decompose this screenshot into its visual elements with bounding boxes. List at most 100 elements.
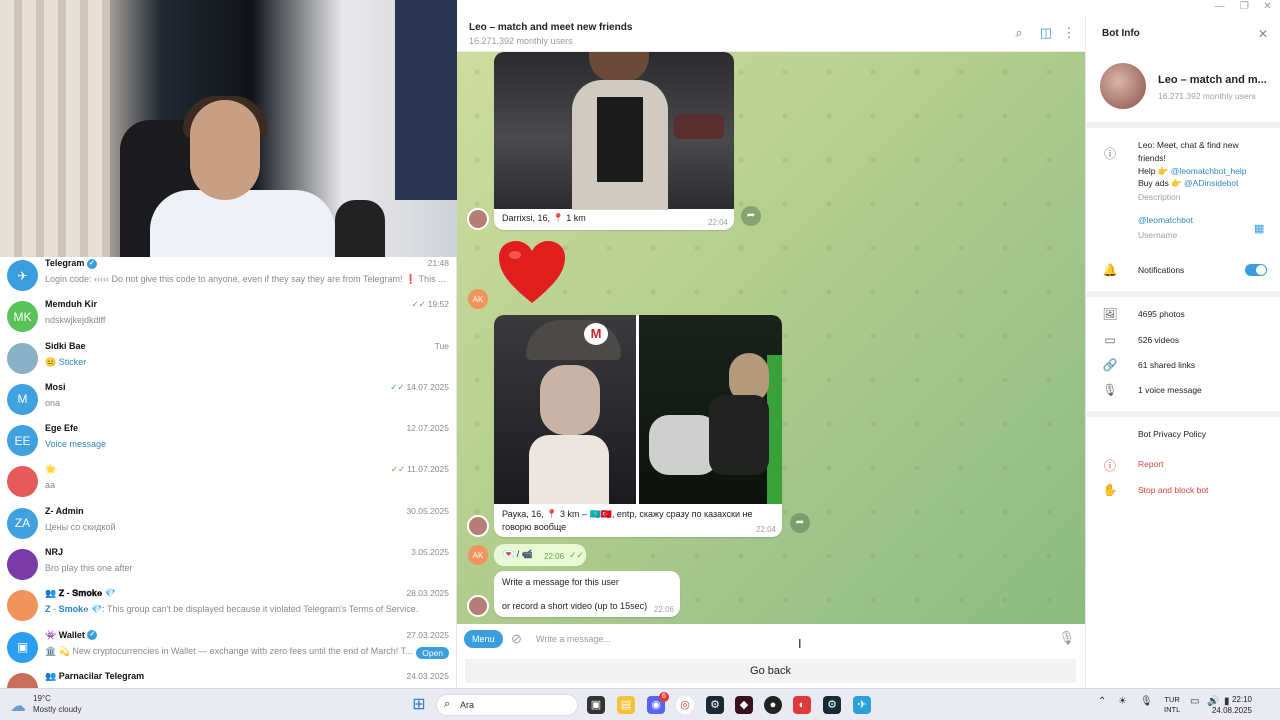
bot-avatar-large[interactable] xyxy=(1100,63,1146,109)
chat-avatar[interactable] xyxy=(7,549,38,581)
app-icon[interactable]: ◆ xyxy=(735,696,753,714)
chat-list-item[interactable]: Sidki Bae 😐 Sticker Tue xyxy=(0,338,456,379)
recording-app-icon[interactable]: ◐ xyxy=(793,696,811,714)
chat-time: ✓✓ 11.07.2025 xyxy=(391,464,449,475)
privacy-policy-link[interactable]: Bot Privacy Policy xyxy=(1138,428,1206,441)
chat-header[interactable]: Leo – match and meet new friends 16.271.… xyxy=(457,15,1085,52)
chat-list-item[interactable]: ▣ 👾 Wallet ✓ 🏛️ 💫 New cryptocurrencies in … xyxy=(0,627,456,668)
hand-stop-icon: ✋ xyxy=(1102,483,1118,497)
window-close-icon[interactable]: ✕ xyxy=(1255,1,1280,12)
open-app-button[interactable]: Open xyxy=(416,646,449,659)
voice-record-icon[interactable]: 🎙 xyxy=(1058,630,1075,646)
chat-list-item[interactable]: ✈ Telegram ✓ Login code: ‹‹‹‹‹ Do not give… xyxy=(0,257,456,296)
search-icon[interactable]: ⌕ xyxy=(1011,25,1027,41)
mic-tray-icon[interactable]: 🎙 xyxy=(1140,696,1153,707)
chat-list-item[interactable]: MK Memduh Kir ndskwjkejdkdlff ✓✓ 19:52 xyxy=(0,296,456,337)
stop-block-button[interactable]: Stop and block bot xyxy=(1138,484,1208,497)
chat-subtitle: 16.271.392 monthly users xyxy=(469,36,573,46)
more-icon[interactable]: ⋮ xyxy=(1061,25,1077,41)
tray-app-icon[interactable]: ☀ xyxy=(1118,696,1127,707)
chat-time-text: 28.03.2025 xyxy=(406,588,449,599)
report-button[interactable]: Report xyxy=(1138,458,1164,471)
chat-avatar[interactable]: ✈ xyxy=(7,260,38,291)
bot-prompt-message[interactable]: Write a message for this user or record … xyxy=(494,571,680,617)
user-avatar[interactable]: AK xyxy=(468,289,488,309)
bot-users: 16.271.392 monthly users xyxy=(1158,91,1256,101)
chat-avatar[interactable] xyxy=(7,672,38,688)
chat-title[interactable]: Leo – match and meet new friends xyxy=(469,22,632,33)
preview-text: ndskwjkejdkdlff xyxy=(45,315,106,326)
bot-menu-button[interactable]: Menu xyxy=(464,630,503,648)
minimize-icon[interactable]: — xyxy=(1207,1,1232,12)
link-icon: 🔗 xyxy=(1102,358,1118,372)
steam-icon[interactable]: ⚙ xyxy=(706,696,724,714)
shared-videos[interactable]: 526 videos xyxy=(1138,334,1179,347)
chat-time-text: 14.07.2025 xyxy=(406,381,449,392)
maximize-icon[interactable]: ❐ xyxy=(1232,1,1257,12)
chat-name: Sidki Bae xyxy=(45,341,86,351)
chat-preview: ona xyxy=(45,398,450,408)
photo-message-2[interactable]: M Раука, 16, 📍 3 km – 🇰🇿🇹🇷, entp, скажу … xyxy=(494,315,782,537)
bot-avatar[interactable] xyxy=(467,515,489,537)
read-check-icon: ✓✓ xyxy=(390,381,405,392)
chat-name: 🌟 xyxy=(45,464,56,475)
bot-avatar[interactable] xyxy=(467,595,489,617)
chat-avatar[interactable]: MK xyxy=(7,301,38,333)
close-icon[interactable]: ✕ xyxy=(1258,27,1268,41)
profile-photo[interactable] xyxy=(494,52,734,210)
chat-avatar[interactable] xyxy=(7,342,38,374)
file-explorer-icon[interactable]: ▤ xyxy=(617,696,635,714)
chat-list-item[interactable]: 👥 Parnacilar Telegram 24.03.2025 xyxy=(0,668,456,688)
chat-preview: ndskwjkejdkdlff xyxy=(45,315,450,325)
task-view-icon[interactable]: ▣ xyxy=(587,696,605,714)
steam-icon-2[interactable]: ⚙ xyxy=(823,696,841,714)
notifications-toggle[interactable] xyxy=(1245,264,1267,276)
input-language[interactable]: TUR INTL xyxy=(1164,695,1180,715)
sidebar-toggle-icon[interactable]: ◫ xyxy=(1038,25,1054,41)
obs-icon[interactable]: ● xyxy=(764,696,782,714)
bot-username[interactable]: @leomatchbot xyxy=(1138,214,1193,227)
chat-list-item[interactable]: 👥 𝐙 - 𝐒𝐦𝐨𝐤𝐞 💎 𝐙 - 𝐒𝐦𝐨𝐤𝐞 💎: This group can… xyxy=(0,585,456,626)
chat-avatar[interactable] xyxy=(7,466,38,498)
go-back-button[interactable]: Go back xyxy=(465,659,1076,683)
forward-icon[interactable]: ➦ xyxy=(790,513,810,533)
help-link[interactable]: @leomatchbot_help xyxy=(1171,166,1247,176)
chat-list-item[interactable]: 🌟 aa ✓✓ 11.07.2025 xyxy=(0,461,456,502)
divider xyxy=(1086,411,1280,417)
person-face xyxy=(190,100,260,200)
taskbar-search[interactable]: ⌕ Ara xyxy=(436,694,578,716)
chat-list-item[interactable]: M Mosi ona ✓✓ 14.07.2025 xyxy=(0,379,456,420)
bot-avatar[interactable] xyxy=(467,208,489,230)
chrome-icon[interactable]: ◎ xyxy=(676,696,694,714)
windows-start-icon[interactable]: ⊞ xyxy=(410,696,428,714)
shared-photos[interactable]: 4695 photos xyxy=(1138,308,1185,321)
chat-avatar[interactable]: ▣ xyxy=(7,631,38,663)
message-input[interactable]: Write a message... xyxy=(536,634,611,644)
chat-name-text: Memduh Kir xyxy=(45,299,98,310)
network-icon[interactable]: ▭ xyxy=(1190,696,1199,707)
telegram-icon[interactable]: ✈ xyxy=(853,696,871,714)
chevron-up-icon[interactable]: ⌃ xyxy=(1098,696,1106,707)
profile-photo-right[interactable] xyxy=(639,315,782,504)
chat-avatar[interactable]: ZA xyxy=(7,507,38,539)
voice-messages[interactable]: 1 voice message xyxy=(1138,384,1202,397)
chat-avatar[interactable]: EE xyxy=(7,425,38,457)
sent-message[interactable]: 💌 / 📹 22:06 ✓✓ xyxy=(494,544,586,566)
photo-message-1[interactable]: Darrixsi, 16, 📍 1 km 22:04 xyxy=(494,52,734,230)
chat-avatar[interactable] xyxy=(7,590,38,622)
ads-link[interactable]: @ADinsidebot xyxy=(1184,178,1238,188)
chat-time-text: 30.05.2025 xyxy=(406,505,449,516)
profile-photo-left[interactable]: M xyxy=(494,315,636,504)
forward-icon[interactable]: ➦ xyxy=(741,206,761,226)
shared-links[interactable]: 61 shared links xyxy=(1138,359,1195,372)
chat-list-item[interactable]: NRJ Bro play this one after 3.05.2025 xyxy=(0,544,456,585)
chat-avatar[interactable]: M xyxy=(7,383,38,415)
chat-preview: 😐 Sticker xyxy=(45,357,450,368)
system-clock[interactable]: 22:10 24.08.2025 xyxy=(1212,694,1252,716)
chat-list-item[interactable]: EE Ege Efe Voice message 12.07.2025 xyxy=(0,420,456,461)
user-avatar[interactable]: AK xyxy=(468,545,488,565)
attach-icon[interactable]: ⊘ xyxy=(511,631,522,647)
qr-code-icon[interactable]: ▦ xyxy=(1254,222,1264,235)
chat-name-text: 👾 Wallet xyxy=(45,629,85,640)
chat-list-item[interactable]: ZA Z- Admin Цены со скидкой 30.05.2025 xyxy=(0,503,456,544)
